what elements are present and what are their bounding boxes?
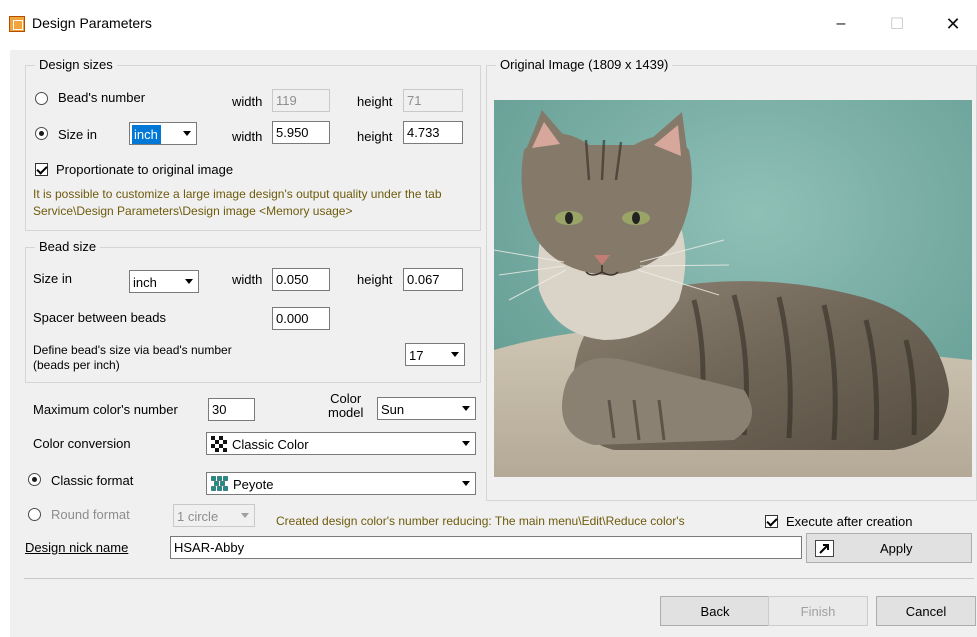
bead-size-in-label: Size in [33,271,73,286]
beads-width-label: width [232,94,263,109]
bead-size-legend: Bead size [35,239,101,254]
round-format-label: Round format [51,507,130,522]
size-in-label: Size in [58,127,98,142]
size-height-label: height [357,129,393,144]
size-in-radio[interactable] [35,127,48,140]
window-title: Design Parameters [32,15,152,31]
color-conversion-value: Classic Color [232,437,309,452]
classic-format-value: Peyote [233,477,274,492]
chevron-down-icon [457,434,474,453]
size-unit-dropdown[interactable]: inch [129,122,197,145]
size-height-field[interactable]: 4.733 [403,121,463,144]
maximize-button[interactable]: ☐ [874,6,920,42]
beads-width-field[interactable]: 119 [272,89,330,112]
app-icon [9,16,25,32]
memory-usage-note: It is possible to customize a large imag… [33,187,442,218]
design-nick-name-link[interactable]: Design nick name [25,540,128,555]
back-button[interactable]: Back [660,596,770,626]
color-model-dropdown[interactable]: Sun [377,397,476,420]
classic-format-dropdown[interactable]: Peyote [206,472,476,495]
original-image-legend: Original Image (1809 x 1439) [496,57,673,72]
bead-unit-dropdown[interactable]: inch [129,270,199,293]
size-width-field[interactable]: 5.950 [272,121,330,144]
classic-format-radio[interactable] [28,473,41,486]
beads-per-inch-dropdown[interactable]: 17 [405,343,465,366]
dialog-body: Design sizes Bead's number width 119 hei… [10,50,977,637]
cat-photo [494,100,972,477]
close-button[interactable]: ✕ [930,6,976,42]
apply-button[interactable]: Apply [806,533,972,563]
bead-height-field[interactable]: 0.067 [403,268,463,291]
beads-number-radio[interactable] [35,92,48,105]
size-unit-value: inch [132,125,161,144]
apply-button-label: Apply [880,540,913,556]
divider [24,578,974,579]
size-width-label: width [232,129,263,144]
round-format-radio[interactable] [28,508,41,521]
bead-height-label: height [357,272,393,287]
chevron-down-icon [178,124,195,143]
checker-icon [211,436,227,454]
color-conversion-label: Color conversion [33,436,131,451]
classic-format-label: Classic format [51,473,134,488]
chevron-down-icon [180,272,197,291]
beads-height-label: height [357,94,393,109]
pick-icon [815,539,834,557]
beads-per-inch-value: 17 [409,348,424,363]
color-model-label: Color model [328,392,363,420]
color-model-label-line2: model [328,405,364,420]
define-size-label: Define bead's size via bead's number [33,343,232,357]
max-colors-field[interactable]: 30 [208,398,255,421]
beads-height-field[interactable]: 71 [403,89,463,112]
bead-width-label: width [232,272,263,287]
spacer-label: Spacer between beads [33,310,166,325]
spacer-field[interactable]: 0.000 [272,307,330,330]
beads-number-label: Bead's number [58,90,146,105]
minimize-button[interactable]: – [818,6,864,42]
color-model-label-line1: Color [330,391,362,406]
execute-after-creation-label: Execute after creation [786,514,913,529]
color-model-value: Sun [381,402,405,417]
max-colors-label: Maximum color's number [33,402,178,417]
chevron-down-icon [236,506,253,525]
chevron-down-icon [446,345,463,364]
execute-after-creation-checkbox[interactable] [765,515,778,528]
proportionate-checkbox[interactable] [35,163,48,176]
proportionate-label: Proportionate to original image [56,162,234,177]
bead-width-field[interactable]: 0.050 [272,268,330,291]
beads-per-inch-label: (beads per inch) [33,358,120,372]
bead-unit-value: inch [133,275,157,290]
design-nick-name-field[interactable]: HSAR-Abby [170,536,802,559]
round-format-value: 1 circle [177,509,219,524]
reduce-colors-note: Created design color's number reducing: … [276,514,685,528]
color-conversion-dropdown[interactable]: Classic Color [206,432,476,455]
chevron-down-icon [457,474,474,493]
title-bar: Design Parameters – ☐ ✕ [0,0,977,50]
round-format-dropdown[interactable]: 1 circle [173,504,255,527]
cancel-button[interactable]: Cancel [876,596,976,626]
design-sizes-legend: Design sizes [35,57,117,72]
peyote-icon [211,476,228,494]
finish-button[interactable]: Finish [768,596,868,626]
chevron-down-icon [457,399,474,418]
